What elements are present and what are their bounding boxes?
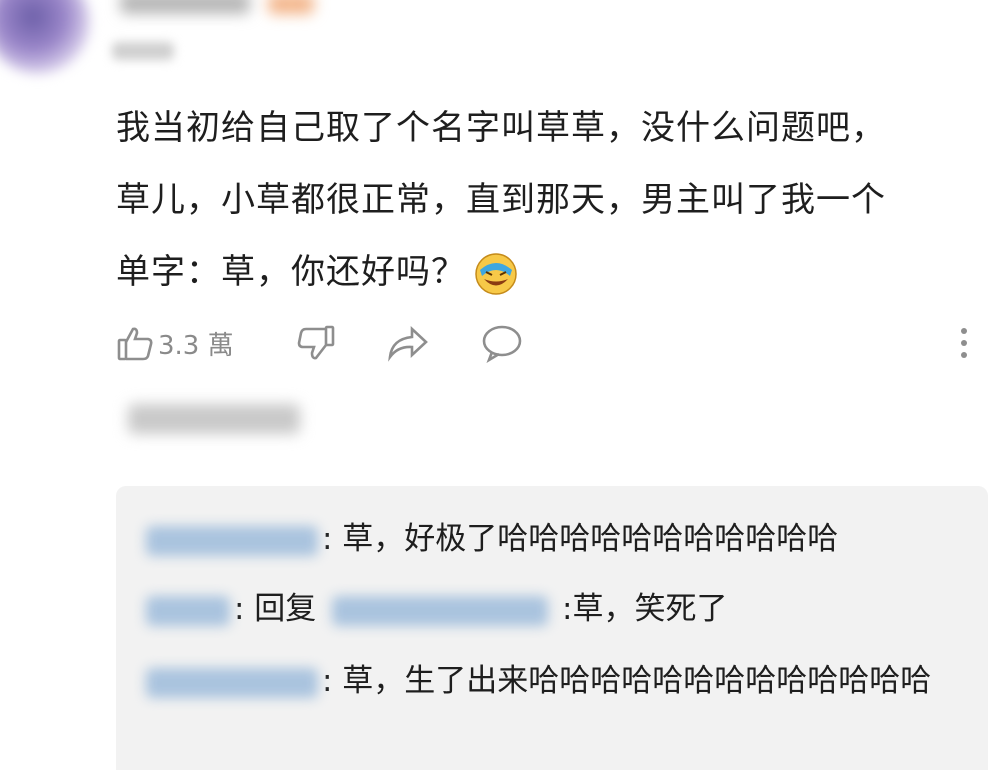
reply-text: : 草，生了出来哈哈哈哈哈哈哈哈哈哈哈哈哈 — [322, 663, 932, 699]
reply-username-blurred[interactable] — [146, 667, 318, 698]
reply-button[interactable] — [480, 318, 524, 368]
reply-thread: : 草，好极了哈哈哈哈哈哈哈哈哈哈哈 : 回复 :草，笑死了 : 草，生了出来哈… — [116, 486, 988, 770]
reply-username-blurred[interactable] — [146, 525, 318, 556]
comment-line-1: 我当初给自己取了个名字叫草草，没什么问题吧， — [116, 108, 886, 148]
reply-item: : 草，好极了哈哈哈哈哈哈哈哈哈哈哈 — [146, 508, 838, 570]
reply-icon — [482, 325, 522, 363]
share-button[interactable] — [386, 318, 430, 368]
timestamp-blurred — [112, 42, 174, 60]
comment-line-3-text: 单字：草，你还好吗？ — [116, 252, 466, 292]
share-icon — [388, 326, 428, 362]
thumbs-down-icon — [297, 325, 335, 360]
reply-item: : 回复 :草，笑死了 — [146, 578, 727, 640]
comment-actions: 3.3 萬 — [0, 318, 996, 368]
reply-target-username-blurred[interactable] — [332, 595, 549, 626]
avatar[interactable] — [0, 0, 90, 74]
like-button[interactable]: 3.3 萬 — [116, 318, 234, 368]
more-options-button[interactable] — [958, 318, 970, 368]
thumbs-up-icon — [117, 327, 153, 361]
reply-count-blurred[interactable] — [128, 404, 300, 434]
comment-line-2: 草儿，小草都很正常，直到那天，男主叫了我一个 — [116, 180, 886, 220]
reply-text: :草，笑死了 — [552, 591, 728, 627]
laughing-face-icon — [475, 252, 517, 295]
comment-body: 我当初给自己取了个名字叫草草，没什么问题吧， 草儿，小草都很正常，直到那天，男主… — [116, 92, 976, 308]
dislike-button[interactable] — [296, 318, 336, 368]
reply-prefix: : 回复 — [234, 591, 327, 627]
reply-username-blurred[interactable] — [146, 595, 230, 626]
comment-line-3: 单字：草，你还好吗？ — [116, 236, 976, 308]
like-count: 3.3 萬 — [158, 330, 234, 361]
more-icon — [961, 328, 967, 358]
reply-item: : 草，生了出来哈哈哈哈哈哈哈哈哈哈哈哈哈 — [146, 650, 966, 712]
username-blurred[interactable] — [120, 0, 250, 14]
user-badge-blurred — [268, 0, 314, 14]
reply-text: : 草，好极了哈哈哈哈哈哈哈哈哈哈哈 — [322, 521, 839, 557]
